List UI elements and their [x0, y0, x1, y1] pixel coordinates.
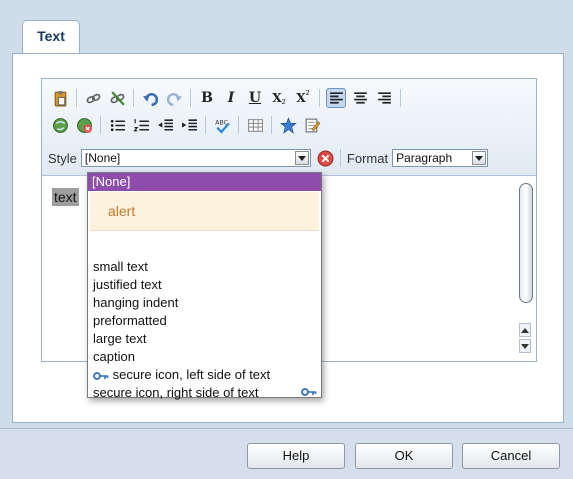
unlink-icon — [110, 90, 125, 106]
toolbar-separator — [339, 149, 341, 167]
style-option-caption[interactable]: caption — [88, 348, 321, 366]
style-option-secure-left[interactable]: secure icon, left side of text — [88, 366, 321, 384]
key-icon — [301, 388, 317, 396]
italic-label: I — [227, 90, 235, 106]
toolbar-separator — [400, 89, 401, 107]
style-list-gap — [88, 231, 321, 258]
toolbar-separator — [319, 89, 320, 107]
bulleted-list-button[interactable] — [107, 115, 127, 135]
align-center-icon — [353, 91, 367, 104]
style-option-justified-text[interactable]: justified text — [88, 276, 321, 294]
scroll-down-button[interactable] — [519, 339, 531, 353]
paste-button[interactable] — [50, 88, 70, 108]
table-icon — [247, 118, 263, 132]
toolbar-separator — [238, 116, 239, 134]
editor-toolbar: B I U X2 X2 ABC Style [None] Format Para… — [42, 79, 536, 176]
text-dialog: Text B I U X 2 X 2 ABC Style [None] Form… — [0, 0, 573, 479]
style-option-preformatted[interactable]: preformatted — [88, 312, 321, 330]
globe-icon — [52, 117, 68, 133]
ok-button[interactable]: OK — [355, 443, 453, 469]
link-button[interactable] — [83, 88, 103, 108]
link-icon — [86, 93, 100, 103]
style-label: Style — [48, 150, 77, 166]
superscript-mark: 2 — [305, 90, 310, 97]
style-option-small-text[interactable]: small text — [88, 258, 321, 276]
edit-source-button[interactable] — [302, 115, 322, 135]
chevron-down-icon[interactable] — [294, 151, 309, 165]
clipboard-icon — [54, 90, 66, 106]
key-icon — [93, 371, 109, 380]
underline-button[interactable]: U — [245, 88, 265, 108]
superscript-button[interactable]: X2 — [293, 88, 313, 108]
remove-anchor-button[interactable] — [74, 115, 94, 135]
numbered-list-button[interactable] — [131, 115, 151, 135]
special-char-button[interactable] — [278, 115, 298, 135]
redo-button[interactable] — [164, 88, 184, 108]
tab-text[interactable]: Text — [22, 20, 80, 54]
bullet-list-icon — [110, 119, 125, 131]
align-left-button[interactable] — [326, 88, 346, 108]
indent-button[interactable] — [179, 115, 199, 135]
toolbar-row-3: Style [None] Format Paragraph — [48, 147, 489, 169]
undo-button[interactable] — [140, 88, 160, 108]
dialog-button-bar: Help OK Cancel — [0, 428, 573, 479]
format-select[interactable]: Paragraph — [392, 149, 489, 167]
outdent-button[interactable] — [155, 115, 175, 135]
editor-scrollbar[interactable] — [516, 179, 534, 359]
cancel-button[interactable]: Cancel — [462, 443, 560, 469]
bold-label: B — [201, 90, 213, 106]
toolbar-separator — [271, 116, 272, 134]
unlink-button[interactable] — [107, 88, 127, 108]
subscript-mark: 2 — [281, 99, 286, 106]
style-option-secure-right[interactable]: secure icon, right side of text — [88, 384, 321, 402]
toolbar-separator — [100, 116, 101, 134]
style-option-secure-right-label: secure icon, right side of text — [93, 385, 259, 400]
style-option-large-text[interactable]: large text — [88, 330, 321, 348]
style-select-value: [None] — [84, 151, 121, 165]
scroll-up-button[interactable] — [519, 323, 531, 337]
style-option-secure-left-label: secure icon, left side of text — [112, 367, 271, 382]
style-option-hanging-indent[interactable]: hanging indent — [88, 294, 321, 312]
format-label: Format — [346, 150, 389, 166]
subscript-button[interactable]: X2 — [269, 88, 289, 108]
help-button[interactable]: Help — [247, 443, 345, 469]
outdent-icon — [157, 118, 173, 131]
toolbar-row-2: ABC — [50, 112, 326, 138]
clear-style-button[interactable] — [317, 150, 334, 167]
clear-icon — [317, 150, 334, 166]
align-center-button[interactable] — [350, 88, 370, 108]
style-option-none[interactable]: [None] — [88, 173, 321, 191]
undo-icon — [142, 92, 158, 106]
scrollbar-thumb[interactable] — [519, 183, 533, 303]
style-dropdown-list: [None] alert small text justified text h… — [87, 172, 322, 400]
toolbar-separator — [133, 89, 134, 107]
bold-button[interactable]: B — [197, 88, 217, 108]
format-select-value: Paragraph — [396, 151, 453, 165]
edit-document-icon — [305, 118, 320, 132]
anchor-button[interactable] — [50, 115, 70, 135]
redo-icon — [166, 92, 182, 106]
numbered-list-icon — [132, 118, 149, 131]
toolbar-row-1: B I U X2 X2 — [50, 85, 407, 111]
style-option-alert[interactable]: alert — [90, 192, 319, 231]
underline-label: U — [248, 90, 262, 106]
toolbar-separator — [205, 116, 206, 134]
table-button[interactable] — [245, 115, 265, 135]
toolbar-separator — [190, 89, 191, 107]
toolbar-separator — [76, 89, 77, 107]
italic-button[interactable]: I — [221, 88, 241, 108]
chevron-down-icon[interactable] — [472, 151, 487, 165]
globe-remove-icon — [76, 117, 92, 133]
align-left-icon — [329, 91, 343, 104]
align-right-icon — [377, 91, 391, 104]
style-select[interactable]: [None] — [80, 149, 311, 167]
subscript-label: X — [272, 91, 282, 105]
spellcheck-button[interactable]: ABC — [212, 115, 232, 135]
align-right-button[interactable] — [374, 88, 394, 108]
selected-text: text — [52, 188, 79, 206]
superscript-label: X — [296, 91, 306, 105]
star-icon — [279, 116, 297, 134]
spellcheck-icon: ABC — [215, 118, 230, 134]
indent-icon — [181, 118, 197, 131]
